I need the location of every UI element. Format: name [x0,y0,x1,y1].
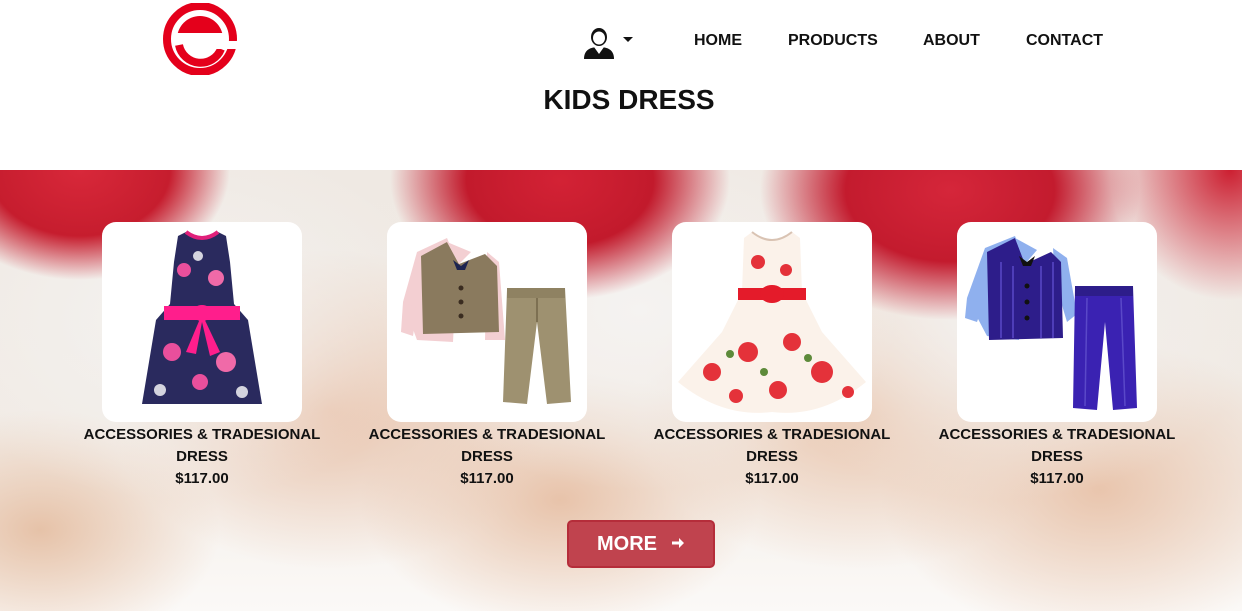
nav-home-link[interactable]: HOME [694,32,742,50]
boy-purple-suit-image [965,236,1137,410]
brand-logo[interactable] [163,2,239,76]
product-item: ACCESSORIES & TRADESIONAL DRESS $117.00 [937,222,1177,490]
product-name: ACCESSORIES & TRADESIONAL DRESS [938,426,1176,465]
product-name: ACCESSORIES & TRADESIONAL DRESS [83,426,321,465]
product-name: ACCESSORIES & TRADESIONAL DRESS [653,426,891,465]
chevron-down-icon [623,37,633,42]
girl-floral-navy-dress-image [142,230,262,404]
nav-about-link[interactable]: ABOUT [923,32,980,50]
product-image-card[interactable] [102,222,302,422]
product-item: ACCESSORIES & TRADESIONAL DRESS $117.00 [82,222,322,490]
product-image-card[interactable] [672,222,872,422]
more-button[interactable]: MORE [567,520,715,568]
product-price: $117.00 [745,470,799,487]
page: HOME PRODUCTS ABOUT CONTACT KIDS DRESS A… [0,0,1242,611]
boy-vest-suit-image [401,238,571,404]
girl-white-rose-dress-image [678,231,866,413]
user-avatar-icon [584,28,614,59]
product-price: $117.00 [1030,470,1084,487]
product-image-card[interactable] [957,222,1157,422]
product-item: ACCESSORIES & TRADESIONAL DRESS $117.00 [652,222,892,490]
nav-contact-link[interactable]: CONTACT [1026,32,1103,50]
arrow-right-icon [671,533,685,556]
product-item: ACCESSORIES & TRADESIONAL DRESS $117.00 [367,222,607,490]
product-image-card[interactable] [387,222,587,422]
hero-banner: ACCESSORIES & TRADESIONAL DRESS $117.00 [0,170,1242,611]
product-price: $117.00 [175,470,229,487]
more-button-label: MORE [597,532,657,555]
product-name: ACCESSORIES & TRADESIONAL DRESS [368,426,606,465]
product-price: $117.00 [460,470,514,487]
nav-products-link[interactable]: PRODUCTS [788,32,878,50]
user-menu[interactable] [582,26,636,60]
page-title: KIDS DRESS [543,84,715,115]
